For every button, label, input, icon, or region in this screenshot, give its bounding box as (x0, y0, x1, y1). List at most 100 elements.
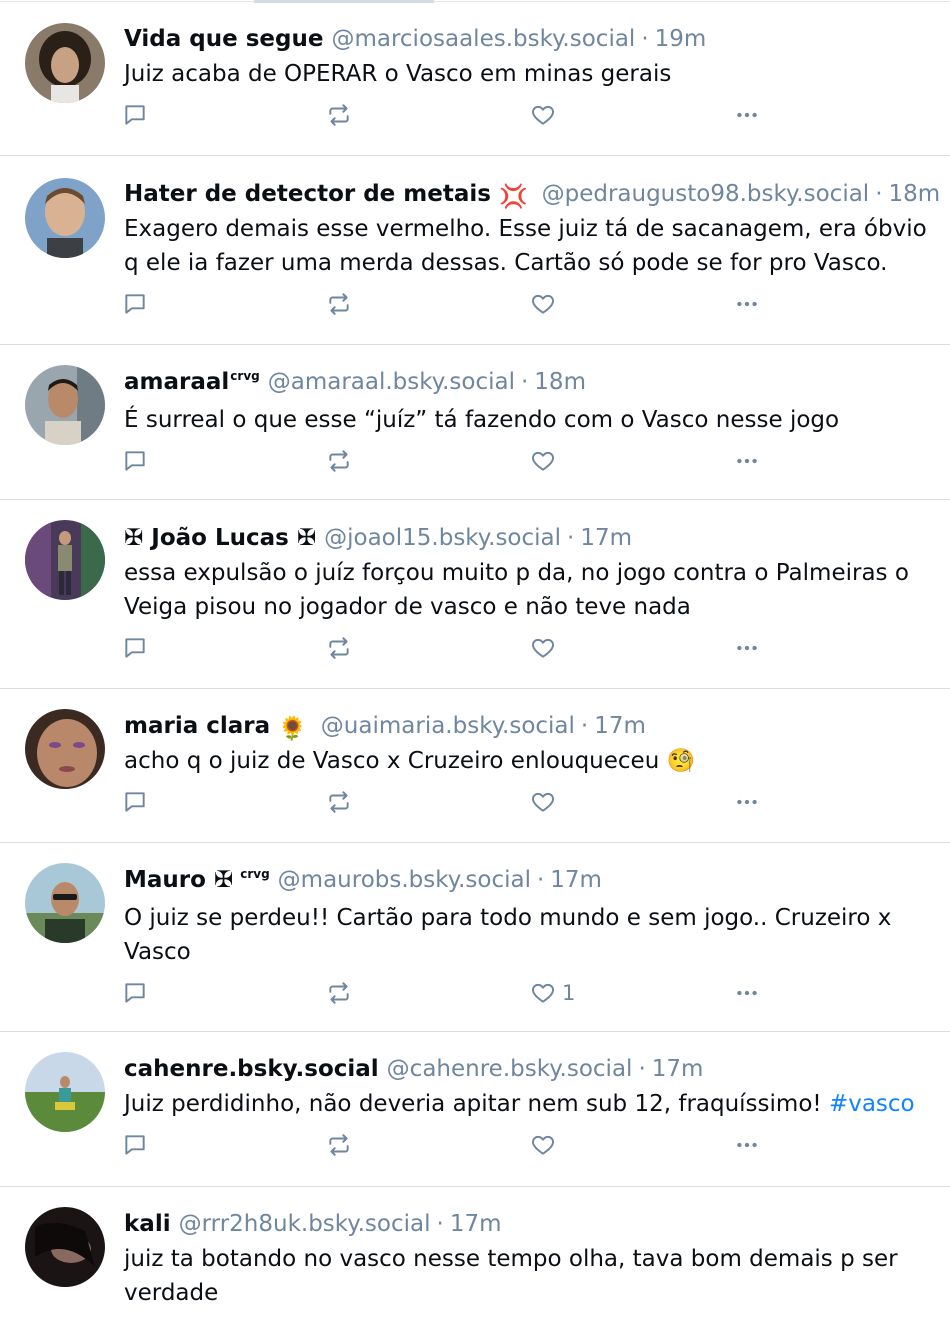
repost-icon (329, 293, 349, 315)
post-item[interactable]: Mauro ✠ crvg @maurobs.bsky.social · 17m … (0, 843, 950, 1032)
post-actions (124, 97, 930, 133)
post-item[interactable]: kali @rrr2h8uk.bsky.social · 17m juiz ta… (0, 1187, 950, 1327)
like-count: 1 (562, 981, 576, 1005)
display-name[interactable]: cahenre.bsky.social (124, 1054, 379, 1084)
repost-icon (329, 1134, 349, 1156)
heart-icon (532, 638, 554, 658)
heart-icon (532, 294, 554, 314)
heart-icon (532, 105, 554, 125)
avatar[interactable] (25, 178, 105, 258)
avatar[interactable] (25, 863, 105, 943)
avatar[interactable] (25, 1052, 105, 1132)
reply-button[interactable] (122, 286, 148, 322)
reply-button[interactable] (122, 97, 148, 133)
post-item[interactable]: Vida que segue @marciosaales.bsky.social… (0, 3, 950, 156)
timestamp[interactable]: 17m (594, 711, 646, 741)
handle[interactable]: @pedraugusto98.bsky.social (542, 179, 870, 209)
post-text-body: Juiz perdidinho, não deveria apitar nem … (124, 1091, 829, 1117)
repost-button[interactable] (326, 784, 352, 820)
handle[interactable]: @rrr2h8uk.bsky.social (179, 1209, 431, 1239)
repost-button[interactable] (326, 975, 352, 1011)
reply-icon (125, 983, 145, 1003)
display-name[interactable]: Mauro ✠ (124, 865, 233, 895)
display-name[interactable]: ✠ João Lucas ✠ (124, 523, 316, 553)
timestamp[interactable]: 18m (534, 367, 586, 397)
more-options-button[interactable] (734, 630, 760, 666)
heart-icon (532, 1135, 554, 1155)
reply-button[interactable] (122, 443, 148, 479)
repost-button[interactable] (326, 443, 352, 479)
avatar-sunglasses-image (25, 863, 105, 943)
reply-icon (125, 294, 145, 314)
hashtag-link[interactable]: #vasco (829, 1091, 915, 1117)
repost-icon (329, 637, 349, 659)
repost-button[interactable] (326, 97, 352, 133)
display-name[interactable]: Hater de detector de metais (124, 179, 491, 209)
display-name[interactable]: maria clara (124, 711, 270, 741)
reply-icon (125, 105, 145, 125)
like-button[interactable] (530, 784, 562, 820)
more-options-button[interactable] (734, 1127, 760, 1163)
post-text: acho q o juiz de Vasco x Cruzeiro enlouq… (124, 748, 696, 774)
handle[interactable]: @maurobs.bsky.social (278, 865, 531, 895)
avatar-standing-image (25, 520, 105, 600)
more-dots-icon (737, 301, 757, 307)
avatar[interactable] (25, 365, 105, 445)
avatar[interactable] (25, 1207, 105, 1287)
timestamp[interactable]: 17m (652, 1054, 704, 1084)
reply-button[interactable] (122, 975, 148, 1011)
handle[interactable]: @uaimaria.bsky.social (321, 711, 575, 741)
like-button[interactable] (530, 630, 562, 666)
handle[interactable]: @joaol15.bsky.social (324, 523, 561, 553)
separator-dot: · (536, 867, 545, 893)
more-dots-icon (737, 458, 757, 464)
handle[interactable]: @cahenre.bsky.social (387, 1054, 633, 1084)
timestamp[interactable]: 17m (450, 1209, 502, 1239)
post-item[interactable]: cahenre.bsky.social @cahenre.bsky.social… (0, 1032, 950, 1187)
display-name[interactable]: amaraal (124, 367, 229, 397)
repost-button[interactable] (326, 630, 352, 666)
like-button[interactable] (530, 97, 562, 133)
top-rule (0, 1, 950, 2)
display-name[interactable]: kali (124, 1209, 171, 1239)
like-button[interactable] (530, 1127, 562, 1163)
more-dots-icon (737, 1142, 757, 1148)
avatar[interactable] (25, 709, 105, 789)
post-item[interactable]: amaraal crvg @amaraal.bsky.social · 18m … (0, 345, 950, 500)
timestamp[interactable]: 17m (580, 523, 632, 553)
reply-button[interactable] (122, 1127, 148, 1163)
post-item[interactable]: ✠ João Lucas ✠ @joaol15.bsky.social · 17… (0, 500, 950, 689)
timestamp[interactable]: 18m (889, 179, 941, 209)
separator-dot: · (580, 713, 589, 739)
more-options-button[interactable] (734, 975, 760, 1011)
more-options-button[interactable] (734, 97, 760, 133)
like-button[interactable] (530, 443, 562, 479)
repost-button[interactable] (326, 1127, 352, 1163)
timestamp[interactable]: 19m (655, 24, 707, 54)
like-button[interactable]: 1 (530, 975, 575, 1011)
post-item[interactable]: maria clara 🌻 @uaimaria.bsky.social · 17… (0, 689, 950, 843)
more-options-button[interactable] (734, 443, 760, 479)
repost-button[interactable] (326, 286, 352, 322)
handle[interactable]: @amaraal.bsky.social (268, 367, 515, 397)
avatar[interactable] (25, 23, 105, 103)
handle[interactable]: @marciosaales.bsky.social (331, 24, 635, 54)
like-button[interactable] (530, 286, 562, 322)
separator-dot: · (638, 1056, 646, 1082)
avatar-curly-hair-image (25, 23, 105, 103)
post-text: juiz ta botando no vasco nesse tempo olh… (124, 1246, 898, 1306)
reply-button[interactable] (122, 630, 148, 666)
reply-icon (125, 792, 145, 812)
more-options-button[interactable] (734, 784, 760, 820)
more-dots-icon (737, 990, 757, 996)
post-item[interactable]: Hater de detector de metais 💢 @pedraugus… (0, 156, 950, 345)
heart-icon (532, 451, 554, 471)
post-actions (124, 630, 930, 666)
avatar-closeup-image (25, 709, 105, 789)
timestamp[interactable]: 17m (550, 865, 602, 895)
display-name[interactable]: Vida que segue (124, 24, 323, 54)
avatar[interactable] (25, 520, 105, 600)
more-options-button[interactable] (734, 286, 760, 322)
more-dots-icon (737, 112, 757, 118)
reply-button[interactable] (122, 784, 148, 820)
